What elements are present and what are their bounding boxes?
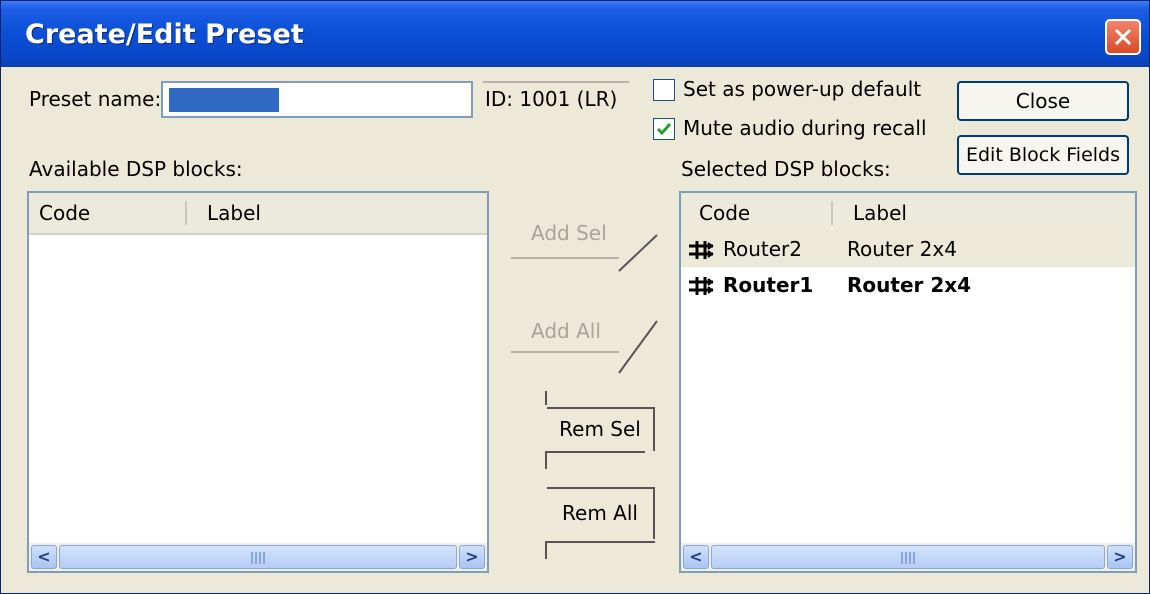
dialog-title: Create/Edit Preset: [25, 19, 304, 50]
rem-all-bottom: [545, 541, 655, 543]
available-dsp-label: Available DSP blocks:: [29, 157, 243, 181]
add-all-edge: [511, 351, 619, 353]
list-item[interactable]: Router1 Router 2x4: [681, 269, 1135, 303]
add-sel-edge: [511, 257, 619, 259]
create-edit-preset-dialog: Create/Edit Preset Preset name: ID: 1001…: [0, 0, 1150, 594]
scroll-left-button[interactable]: <: [683, 545, 709, 569]
preset-name-selection: [169, 88, 279, 112]
close-icon: [1114, 28, 1132, 46]
scroll-left-button[interactable]: <: [31, 545, 57, 569]
available-dsp-list[interactable]: Code Label < >: [27, 191, 489, 573]
add-sel-slash-icon: [618, 234, 658, 272]
router-icon: [689, 241, 714, 259]
row-code: Router2: [723, 237, 803, 261]
rem-sel-edge: [545, 451, 547, 469]
power-up-default-checkbox[interactable]: [653, 79, 675, 101]
selected-code-column[interactable]: Code: [699, 201, 750, 225]
row-code: Router1: [723, 273, 814, 297]
column-separator[interactable]: [831, 201, 833, 225]
selected-hscrollbar[interactable]: < >: [681, 543, 1135, 571]
add-selected-button[interactable]: Add Sel: [531, 221, 607, 245]
rem-sel-bottom: [545, 451, 645, 453]
scroll-thumb[interactable]: [59, 545, 457, 569]
edit-block-fields-button[interactable]: Edit Block Fields: [957, 135, 1129, 175]
column-separator[interactable]: [185, 201, 187, 225]
row-label: Router 2x4: [847, 237, 957, 261]
rem-sel-top-edge: [545, 391, 547, 405]
selected-list-header: Code Label: [681, 193, 1135, 235]
id-frame-top: [483, 81, 629, 83]
available-hscrollbar[interactable]: < >: [29, 543, 487, 571]
remove-all-button[interactable]: Rem All: [547, 487, 655, 539]
available-code-column[interactable]: Code: [39, 201, 90, 225]
selected-dsp-label: Selected DSP blocks:: [681, 157, 891, 181]
mute-audio-checkbox[interactable]: [653, 118, 675, 140]
scroll-right-button[interactable]: >: [459, 545, 485, 569]
selected-label-column[interactable]: Label: [853, 201, 907, 225]
scroll-grip-icon: [901, 552, 917, 564]
list-item[interactable]: Router2 Router 2x4: [681, 233, 1135, 267]
scroll-right-button[interactable]: >: [1107, 545, 1133, 569]
remove-selected-button[interactable]: Rem Sel: [547, 407, 655, 451]
row-label: Router 2x4: [847, 273, 972, 297]
checkmark-icon: [656, 123, 672, 136]
preset-name-input[interactable]: [161, 81, 473, 118]
add-all-button[interactable]: Add All: [531, 319, 601, 343]
available-list-header: Code Label: [29, 193, 487, 235]
close-button[interactable]: Close: [957, 81, 1129, 121]
mute-audio-label: Mute audio during recall: [683, 116, 927, 140]
scroll-thumb[interactable]: [711, 545, 1105, 569]
preset-id: ID: 1001 (LR): [485, 87, 618, 111]
selected-dsp-list[interactable]: Code Label Router2 Router 2x4 Router1 Ro…: [679, 191, 1137, 573]
preset-name-label: Preset name:: [29, 87, 162, 111]
available-label-column[interactable]: Label: [207, 201, 261, 225]
rem-all-edge: [545, 541, 547, 559]
add-all-slash-icon: [618, 320, 658, 374]
title-close-button[interactable]: [1105, 19, 1141, 55]
router-icon: [689, 277, 714, 295]
scroll-grip-icon: [251, 552, 267, 564]
title-bar: Create/Edit Preset: [1, 1, 1149, 67]
power-up-default-label: Set as power-up default: [683, 77, 922, 101]
